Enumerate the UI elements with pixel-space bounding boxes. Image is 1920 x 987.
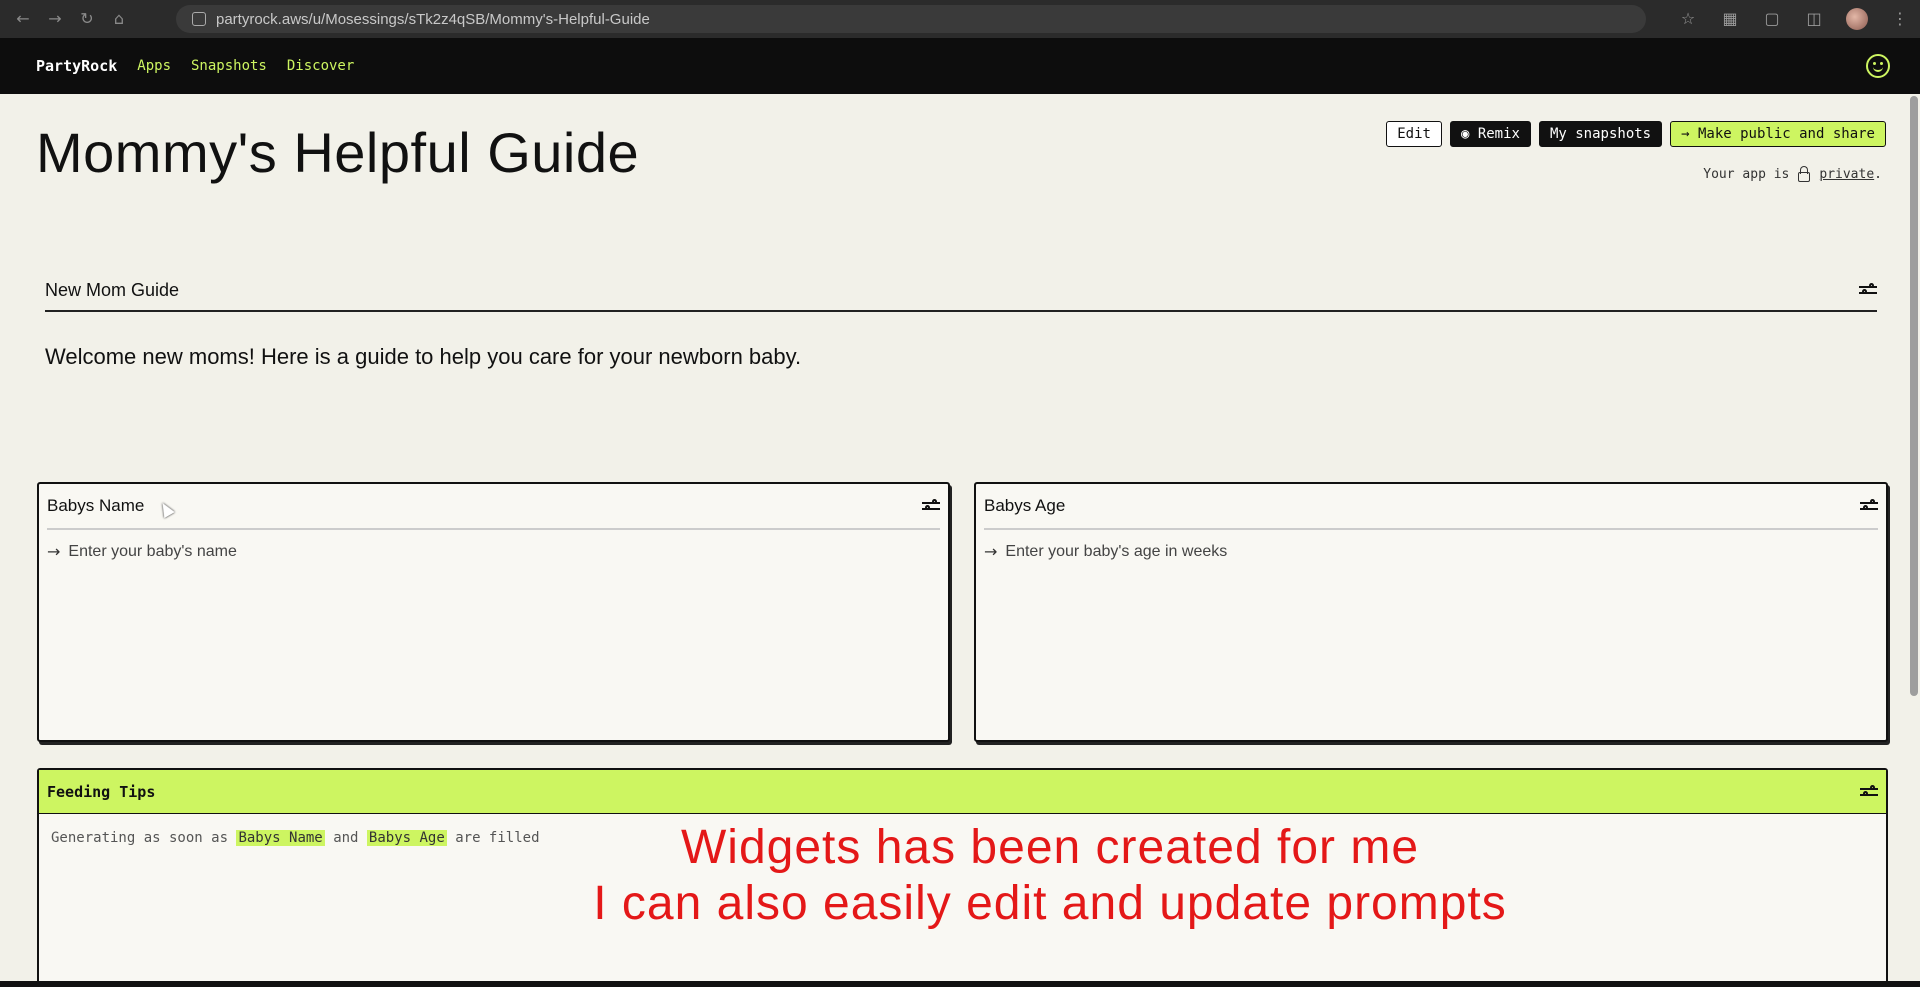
bottom-edge [0,981,1920,987]
puzzle-icon[interactable]: ▢ [1762,9,1782,29]
widget-title: Babys Age [984,496,1066,515]
star-icon[interactable]: ☆ [1678,9,1698,29]
make-public-label: Make public and share [1697,126,1875,142]
private-link[interactable]: private [1819,167,1874,182]
widget-title: Feeding Tips [47,782,156,801]
arrow-right-icon: → [1681,126,1698,142]
arrow-right-icon: → [984,542,998,561]
app-navbar: PartyRock Apps Snapshots Discover [0,38,1920,94]
extension-icon[interactable]: ▦ [1720,9,1740,29]
forward-icon[interactable]: → [46,10,64,28]
caption-line-1: Widgets has been created for me [680,821,1420,874]
widget-settings-icon[interactable] [922,499,940,513]
widget-settings-icon[interactable] [1860,784,1878,799]
nav-link-discover[interactable]: Discover [287,58,354,74]
menu-icon[interactable]: ⋮ [1890,9,1910,29]
edit-button[interactable]: Edit [1386,121,1442,147]
scrollbar[interactable] [1910,96,1918,696]
nav-link-apps[interactable]: Apps [137,58,171,74]
remix-label: Remix [1477,126,1520,142]
privacy-prefix: Your app is [1703,166,1790,182]
remix-button[interactable]: ◉ Remix [1449,121,1531,147]
app-toolbar: Edit ◉ Remix My snapshots → Make public … [1386,121,1886,147]
privacy-status: Your app is private. [1703,166,1882,182]
baby-age-input[interactable] [1005,542,1606,561]
baby-name-widget: Babys Name → [37,482,950,742]
widget-settings-icon[interactable] [1859,283,1877,297]
lock-icon [1797,166,1811,182]
baby-name-input[interactable] [68,542,669,561]
widget-settings-icon[interactable] [1860,499,1878,513]
widget-title: New Mom Guide [45,279,180,300]
remix-icon: ◉ [1460,126,1478,142]
browser-toolbar: ← → ↻ ⌂ partyrock.aws/u/Mosessings/sTk2z… [0,0,1920,38]
home-icon[interactable]: ⌂ [110,10,128,28]
brand-logo[interactable]: PartyRock [36,57,117,75]
sidebar-icon[interactable]: ◫ [1804,9,1824,29]
caption-line-2: I can also easily edit and update prompt… [593,877,1507,930]
widget-title: Babys Name [47,496,145,515]
address-bar[interactable]: partyrock.aws/u/Mosessings/sTk2z4qSB/Mom… [176,5,1646,33]
reload-icon[interactable]: ↻ [78,10,96,28]
profile-avatar[interactable] [1846,8,1868,30]
back-icon[interactable]: ← [14,10,32,28]
my-snapshots-button[interactable]: My snapshots [1538,121,1663,147]
privacy-suffix: . [1874,166,1882,182]
static-text-widget: New Mom Guide Welcome new moms! Here is … [45,270,1877,370]
baby-age-widget: Babys Age → [974,482,1888,742]
arrow-right-icon: → [47,542,61,561]
page-title: Mommy's Helpful Guide [36,121,640,184]
smiley-icon[interactable] [1866,54,1890,78]
static-widget-text: Welcome new moms! Here is a guide to hel… [45,344,802,369]
site-info-icon[interactable] [192,12,206,26]
url-text: partyrock.aws/u/Mosessings/sTk2z4qSB/Mom… [216,10,650,28]
make-public-button[interactable]: → Make public and share [1670,121,1886,147]
nav-link-snapshots[interactable]: Snapshots [191,58,267,74]
